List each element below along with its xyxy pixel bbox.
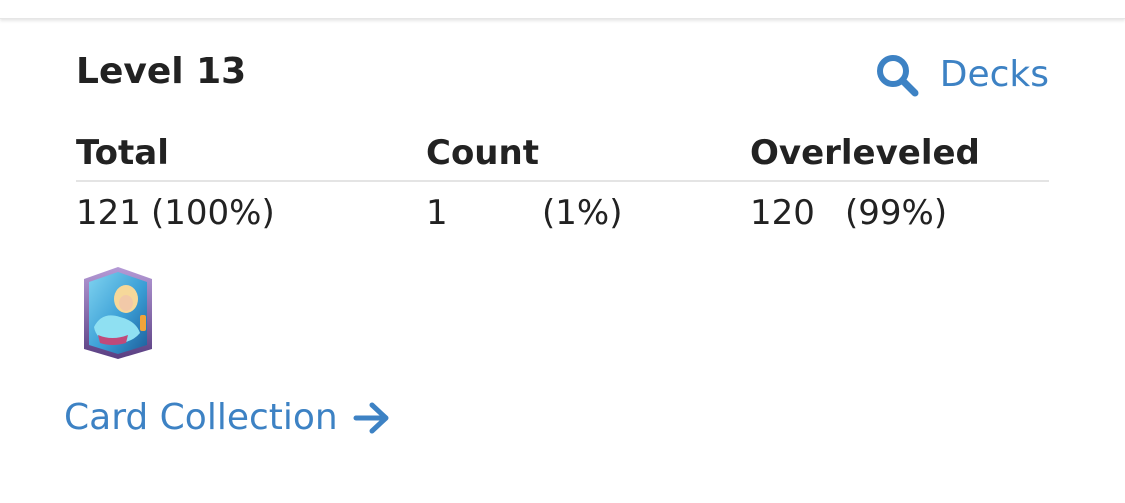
header-overleveled: Overleveled	[750, 133, 980, 173]
card-collection-link[interactable]: Card Collection	[64, 394, 392, 442]
overleveled-value: 120	[750, 193, 815, 233]
page: Level 13 Decks Total Count Overleveled 1…	[0, 0, 1125, 503]
header-count: Count	[426, 133, 539, 173]
card-thumbnail-icon	[84, 267, 152, 359]
search-icon	[876, 55, 919, 97]
decks-link[interactable]: Decks	[874, 52, 1049, 98]
stats-table: Total Count Overleveled 121 (100%) 1 (1%…	[76, 130, 1049, 242]
count-value: 1	[426, 193, 448, 233]
stats-row: 121 (100%) 1 (1%) 120 (99%)	[76, 182, 1049, 242]
stats-header: Total Count Overleveled	[76, 130, 1049, 182]
header-total: Total	[76, 133, 169, 173]
total-value: 121	[76, 193, 141, 233]
decks-label: Decks	[939, 54, 1049, 95]
total-percent: (100%)	[151, 193, 275, 233]
count-percent: (1%)	[542, 193, 623, 233]
top-bar	[0, 0, 1125, 19]
arrow-right-icon	[353, 402, 389, 434]
overleveled-percent: (99%)	[845, 193, 948, 233]
card-thumbnail[interactable]	[80, 265, 156, 361]
level-title: Level 13	[76, 51, 247, 92]
card-collection-label: Card Collection	[64, 397, 338, 438]
